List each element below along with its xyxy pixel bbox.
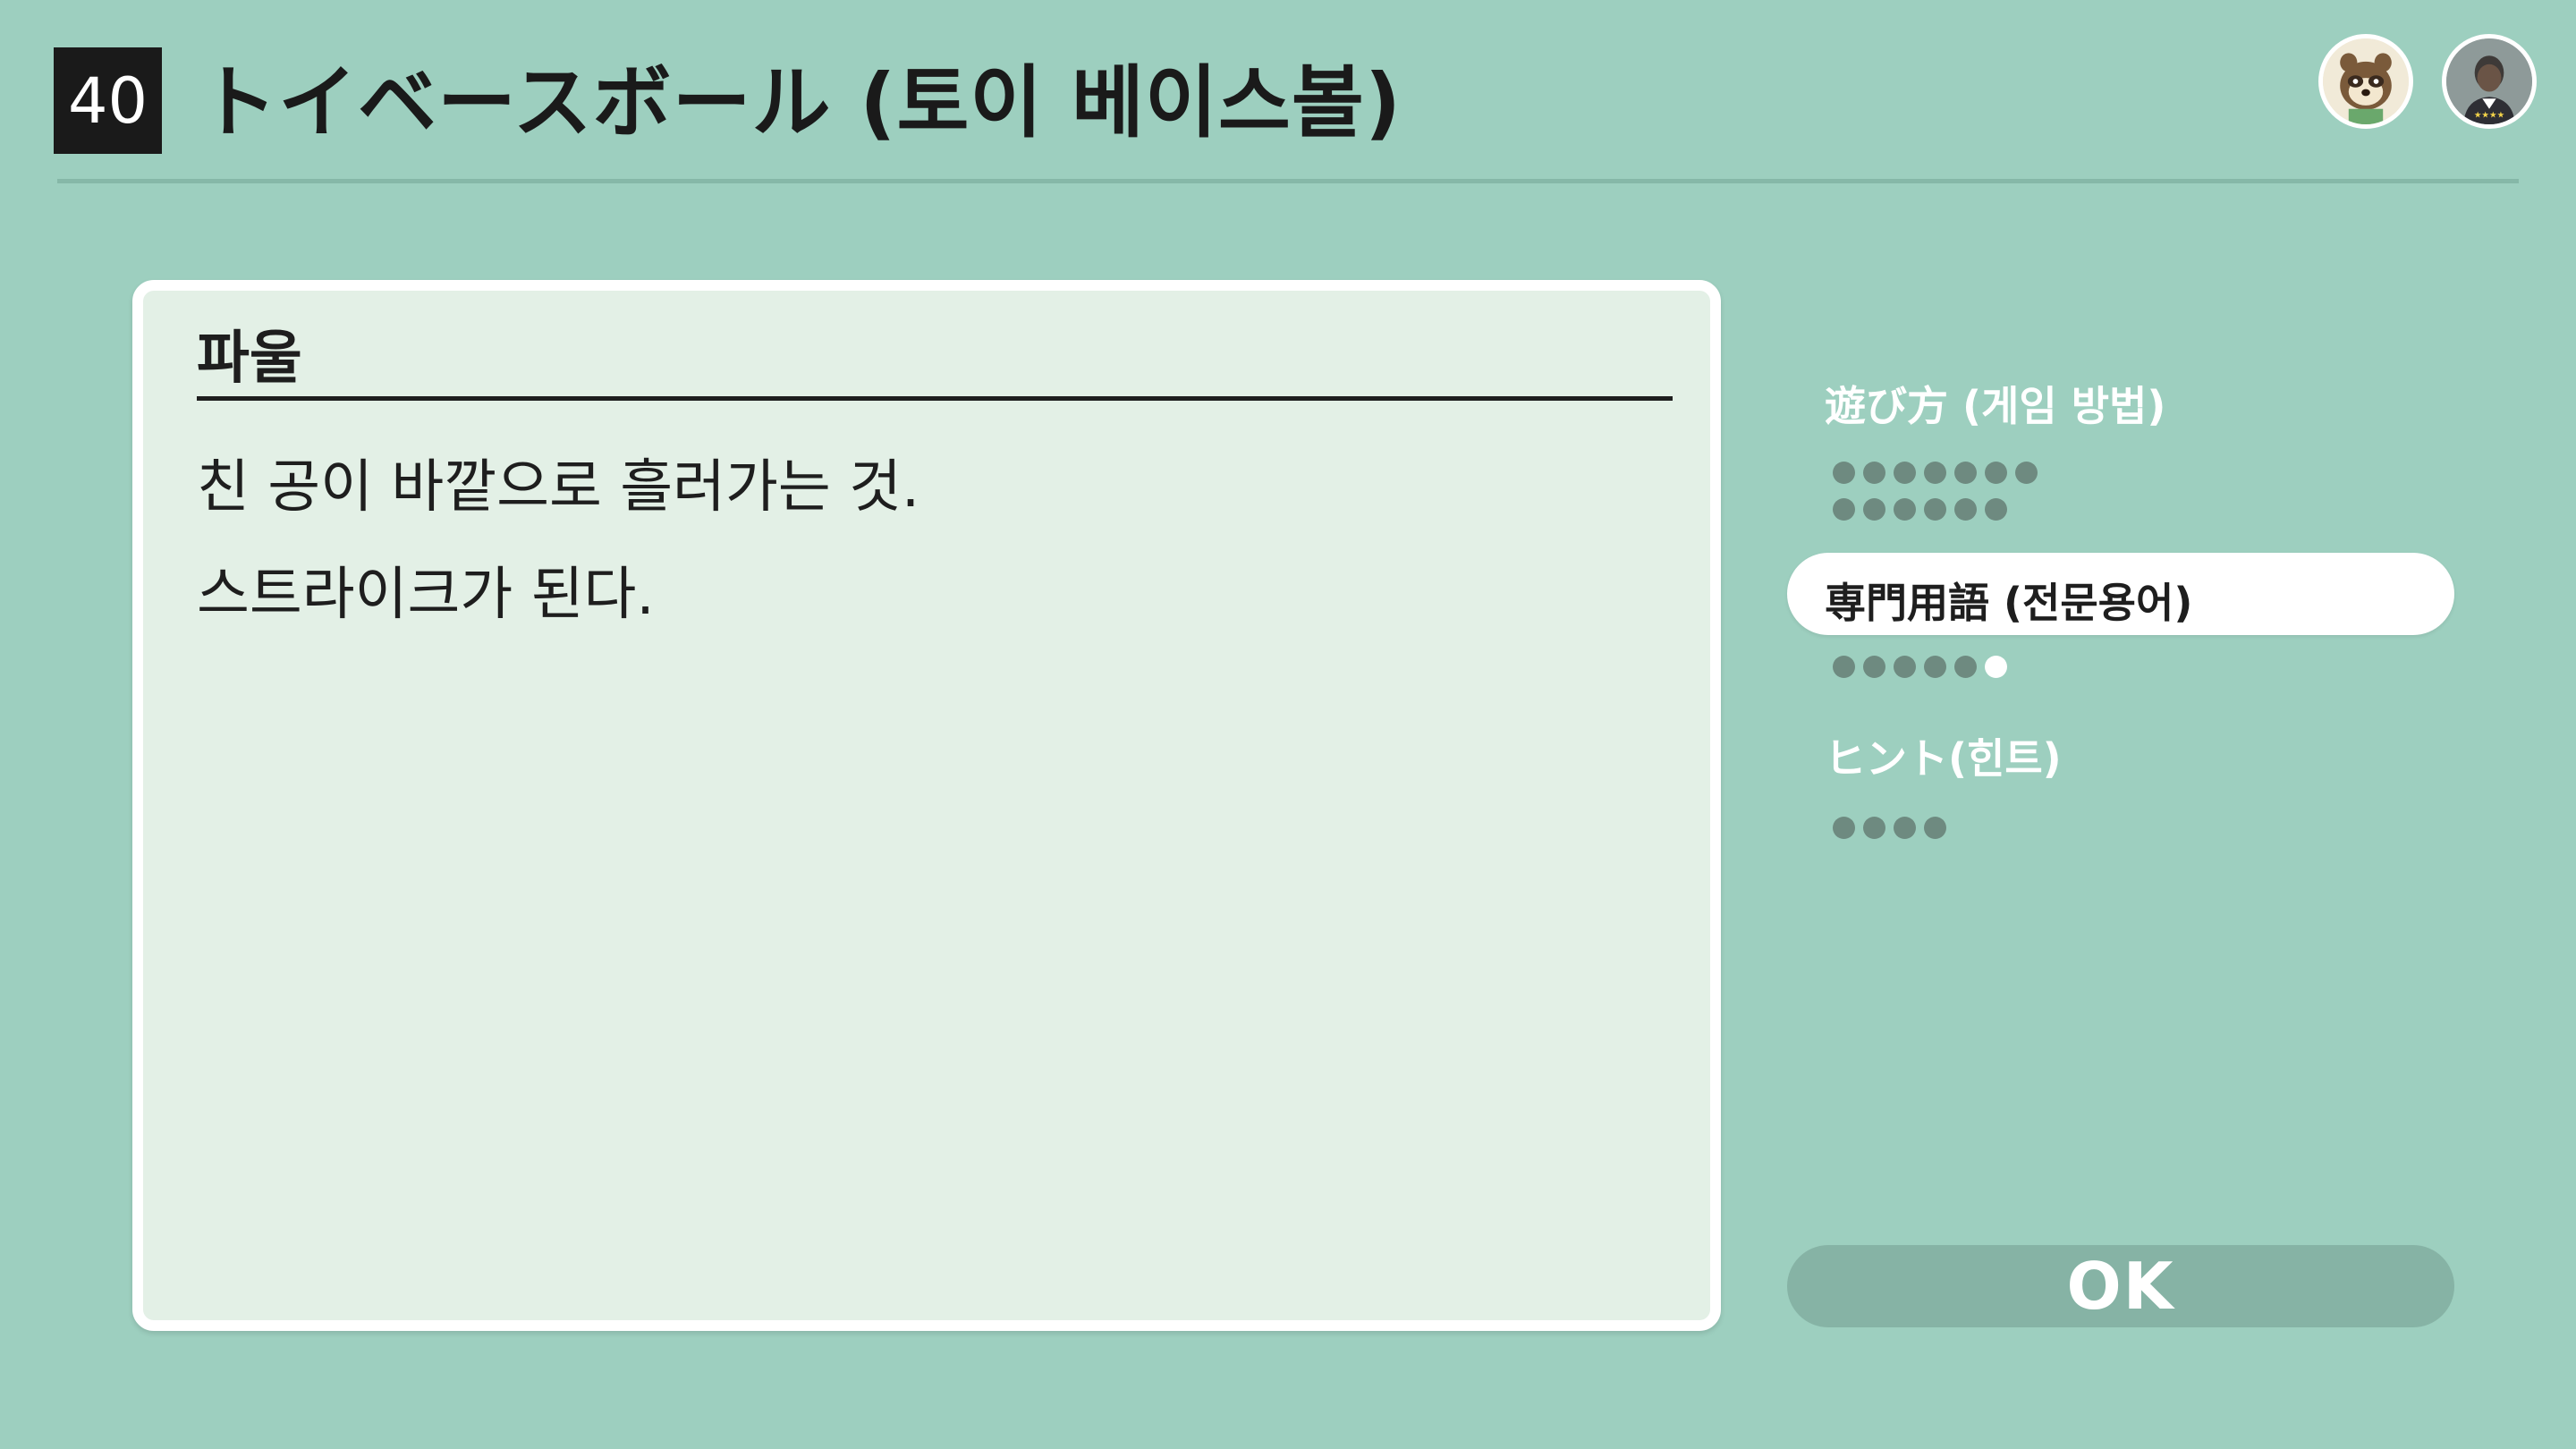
page-dot — [1863, 498, 1885, 521]
page-dot — [1924, 462, 1946, 484]
term-card: 파울 친 공이 바깥으로 흘러가는 것. 스트라이크가 된다. — [132, 280, 1721, 1331]
header-divider — [57, 179, 2519, 183]
page-dot — [1894, 816, 1916, 839]
page-dot — [2015, 462, 2038, 484]
menu-item-terminology-label: 専門用語 (전문용어) — [1825, 579, 2193, 627]
menu-item-how-to-play[interactable]: 遊び方 (게임 방법) — [1825, 374, 2165, 433]
menu-item-hints[interactable]: ヒント(힌트) — [1825, 726, 2062, 785]
page-dot — [1894, 655, 1916, 678]
page-dot — [1833, 816, 1855, 839]
game-title: トイベースボール (토이 베이스볼) — [199, 56, 1402, 148]
game-number-badge: 40 — [54, 47, 162, 154]
page-dot — [1894, 498, 1916, 521]
ok-button[interactable]: OK — [1787, 1245, 2454, 1327]
page-indicator-how-to-play — [1833, 460, 2047, 522]
page-dot — [1954, 498, 1977, 521]
page-dot — [1985, 462, 2007, 484]
page-dot — [1985, 498, 2007, 521]
page-dot — [1833, 655, 1855, 678]
page-dot — [1863, 655, 1885, 678]
page-dot — [1985, 655, 2007, 678]
page-dot — [1833, 462, 1855, 484]
page-indicator-hints — [1833, 814, 1946, 841]
page-dot — [1894, 462, 1916, 484]
page-dot — [1924, 498, 1946, 521]
term-divider — [197, 396, 1673, 401]
page-dot — [1924, 816, 1946, 839]
page-dot — [1954, 655, 1977, 678]
term-definition-line: 친 공이 바깥으로 흘러가는 것. — [197, 454, 920, 521]
page-indicator-terminology — [1833, 653, 2007, 680]
term-definition-line: 스트라이크가 된다. — [197, 562, 655, 628]
page-dot — [1924, 655, 1946, 678]
page-dot — [1863, 816, 1885, 839]
raccoon-character-avatar-icon[interactable] — [2318, 34, 2413, 129]
term-title: 파울 — [197, 326, 302, 392]
page-dot — [1863, 462, 1885, 484]
page-dot — [1833, 498, 1855, 521]
svg-text:★★★★: ★★★★ — [2474, 110, 2504, 120]
user-profile-avatar-icon[interactable]: ★★★★ — [2442, 34, 2537, 129]
page-dot — [1954, 462, 1977, 484]
menu-item-terminology[interactable]: 専門用語 (전문용어) — [1787, 553, 2454, 635]
